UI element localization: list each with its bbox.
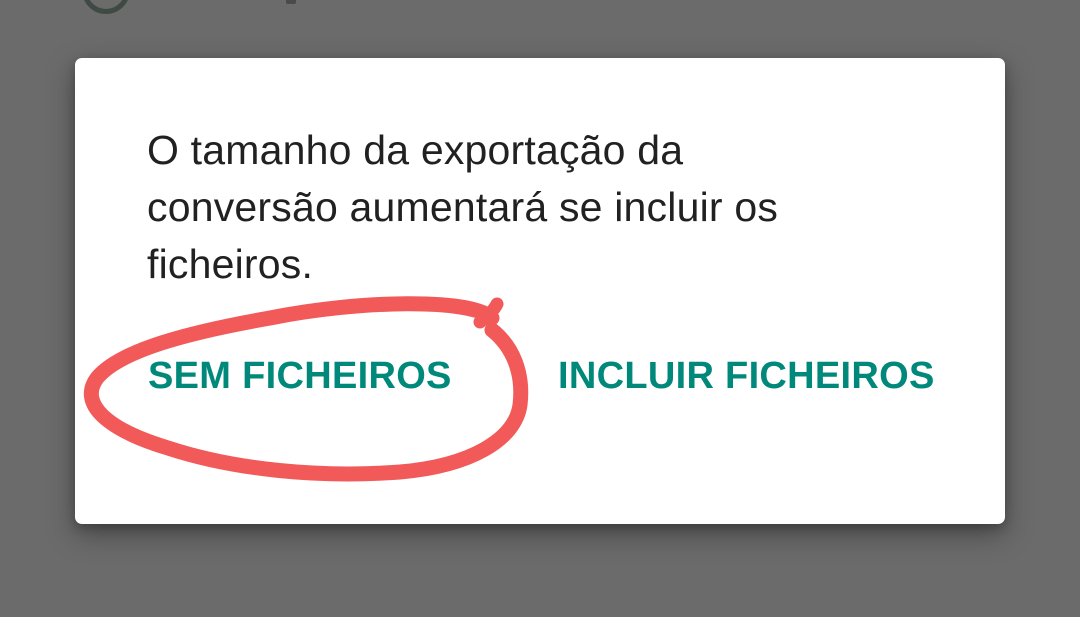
export-chat-dialog: O tamanho da exportação da conversão aum…: [75, 58, 1005, 524]
without-files-button[interactable]: SEM FICHEIROS: [148, 348, 452, 404]
background-partial-text: [286, 0, 296, 4]
include-files-button[interactable]: INCLUIR FICHEIROS: [558, 348, 935, 404]
dialog-message: O tamanho da exportação da conversão aum…: [147, 127, 779, 287]
circle-outline-icon: [82, 0, 130, 14]
